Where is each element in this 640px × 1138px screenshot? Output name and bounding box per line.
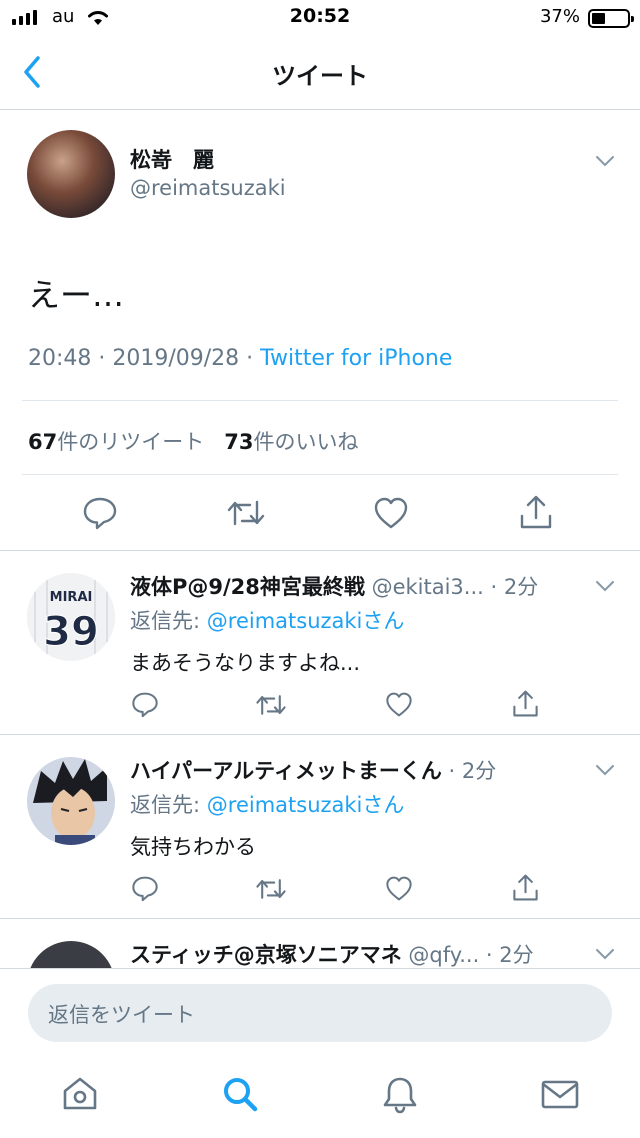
- retweet-icon[interactable]: [226, 498, 266, 528]
- retweet-label[interactable]: 件のリツイート: [57, 430, 204, 454]
- notifications-bell-icon[interactable]: [380, 1074, 420, 1114]
- search-icon[interactable]: [220, 1074, 260, 1114]
- status-bar: au 20:52 37%: [0, 0, 640, 36]
- reply-icon[interactable]: [131, 875, 159, 902]
- reply-handle-time: @ekitai3... · 2分: [364, 575, 539, 599]
- share-icon[interactable]: [512, 689, 539, 718]
- chevron-down-icon[interactable]: [595, 154, 615, 168]
- tweet-text: えー…: [28, 276, 125, 314]
- reply-avatar[interactable]: MIRAI 39: [27, 573, 115, 661]
- author-display-name[interactable]: 松嵜 麗: [130, 144, 214, 174]
- reply-to-prefix: 返信先:: [130, 609, 207, 633]
- reply-icon[interactable]: [82, 496, 118, 530]
- reply-text: まあそうなりますよね...: [130, 651, 361, 675]
- tweet-timestamp: 20:48 · 2019/09/28 ·: [28, 346, 261, 371]
- reply-header: ハイパーアルティメットまーくん · 2分: [130, 755, 600, 785]
- tweet-meta: 20:48 · 2019/09/28 · Twitter for iPhone: [28, 346, 452, 371]
- reply-tweet[interactable]: MIRAI 39 液体P@9/28神宮最終戦 @ekitai3... · 2分 …: [0, 550, 640, 734]
- tweet-source-link[interactable]: Twitter for iPhone: [260, 346, 452, 371]
- tweet-actions: [0, 494, 640, 534]
- retweet-icon[interactable]: [255, 877, 287, 901]
- reply-handle-time: · 2分: [441, 759, 497, 783]
- reply-icon[interactable]: [131, 691, 159, 718]
- reply-header: 液体P@9/28神宮最終戦 @ekitai3... · 2分: [130, 571, 600, 601]
- share-icon[interactable]: [519, 494, 553, 530]
- chevron-down-icon[interactable]: [595, 763, 615, 777]
- battery-icon: [588, 9, 634, 28]
- bottom-bar: 返信をツイート: [0, 968, 640, 1138]
- chevron-down-icon[interactable]: [595, 579, 615, 593]
- reply-actions: [0, 873, 640, 909]
- chevron-down-icon[interactable]: [595, 947, 615, 961]
- reply-compose-field[interactable]: 返信をツイート: [28, 984, 612, 1042]
- reply-text: 気持ちわかる: [130, 835, 256, 859]
- author-avatar[interactable]: [27, 130, 115, 218]
- reply-to-mention[interactable]: @reimatsuzakiさん: [207, 793, 405, 817]
- divider: [22, 400, 618, 401]
- like-heart-icon[interactable]: [373, 496, 409, 530]
- like-heart-icon[interactable]: [385, 691, 413, 718]
- battery-percent: 37%: [539, 6, 580, 27]
- reply-actions: [0, 689, 640, 725]
- jersey-number: 39: [43, 609, 99, 655]
- reply-to-line: 返信先: @reimatsuzakiさん: [130, 605, 404, 635]
- reply-to-prefix: 返信先:: [130, 793, 207, 817]
- reply-to-mention[interactable]: @reimatsuzakiさん: [207, 609, 405, 633]
- nav-bar: ツイート: [0, 36, 640, 110]
- like-label[interactable]: 件のいいね: [254, 430, 359, 454]
- page-title: ツイート: [272, 62, 368, 90]
- author-handle[interactable]: @reimatsuzaki: [130, 176, 286, 200]
- reply-display-name[interactable]: スティッチ@京塚ソニアマネ: [130, 943, 402, 967]
- like-count[interactable]: 73: [224, 430, 253, 454]
- retweet-icon[interactable]: [255, 693, 287, 717]
- home-icon[interactable]: [60, 1074, 100, 1114]
- share-icon[interactable]: [512, 873, 539, 902]
- reply-handle-time: @qfy... · 2分: [401, 943, 534, 967]
- reply-avatar[interactable]: [27, 757, 115, 845]
- reply-display-name[interactable]: 液体P@9/28神宮最終戦: [130, 575, 365, 599]
- compose-placeholder: 返信をツイート: [48, 1003, 195, 1027]
- retweet-count[interactable]: 67: [28, 430, 57, 454]
- divider: [22, 474, 618, 475]
- tweet-stats: 67件のリツイート 73件のいいね: [28, 426, 359, 456]
- reply-tweet[interactable]: ハイパーアルティメットまーくん · 2分 返信先: @reimatsuzakiさ…: [0, 734, 640, 918]
- like-heart-icon[interactable]: [385, 875, 413, 902]
- messages-envelope-icon[interactable]: [540, 1074, 580, 1114]
- reply-header: スティッチ@京塚ソニアマネ @qfy... · 2分: [130, 939, 600, 969]
- jersey-text: MIRAI: [50, 590, 93, 605]
- reply-display-name[interactable]: ハイパーアルティメットまーくん: [130, 759, 442, 783]
- reply-to-line: 返信先: @reimatsuzakiさん: [130, 789, 404, 819]
